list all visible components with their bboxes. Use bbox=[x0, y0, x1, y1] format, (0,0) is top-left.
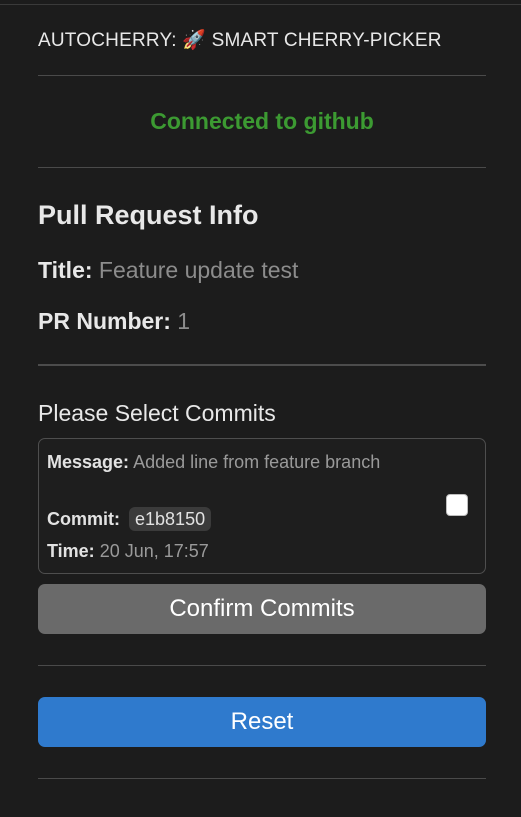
commit-card: Message: Added line from feature branch … bbox=[38, 438, 486, 574]
commit-sha-row: Commit: e1b8150 bbox=[47, 507, 212, 531]
commit-select-checkbox[interactable] bbox=[446, 494, 468, 516]
commit-message: Added line from feature branch bbox=[133, 452, 381, 472]
top-border bbox=[0, 4, 521, 5]
pr-number-value: 1 bbox=[177, 308, 191, 334]
commit-sha-badge: e1b8150 bbox=[129, 507, 212, 531]
commit-message-row: Message: Added line from feature branch bbox=[47, 451, 417, 473]
divider bbox=[38, 364, 486, 366]
commit-time-label: Time: bbox=[47, 541, 95, 561]
commit-time: 20 Jun, 17:57 bbox=[99, 541, 209, 561]
commit-time-row: Time: 20 Jun, 17:57 bbox=[47, 540, 209, 562]
pr-title-label: Title: bbox=[38, 257, 93, 283]
pr-number-row: PR Number: 1 bbox=[38, 308, 190, 335]
select-commits-heading: Please Select Commits bbox=[38, 400, 276, 426]
divider bbox=[38, 778, 486, 779]
connection-status: Connected to github bbox=[150, 108, 374, 134]
pr-number-label: PR Number: bbox=[38, 308, 171, 334]
pr-info-heading: Pull Request Info bbox=[38, 200, 259, 230]
reset-button[interactable]: Reset bbox=[38, 697, 486, 747]
confirm-commits-button[interactable]: Confirm Commits bbox=[38, 584, 486, 634]
panel-title: AUTOCHERRY: 🚀 SMART CHERRY-PICKER bbox=[38, 30, 442, 51]
commit-message-label: Message: bbox=[47, 452, 130, 472]
divider bbox=[38, 75, 486, 76]
commit-sha-label: Commit: bbox=[47, 509, 120, 529]
pr-title-row: Title: Feature update test bbox=[38, 257, 298, 284]
pr-title-value: Feature update test bbox=[98, 257, 299, 283]
divider bbox=[38, 665, 486, 666]
divider bbox=[38, 167, 486, 168]
